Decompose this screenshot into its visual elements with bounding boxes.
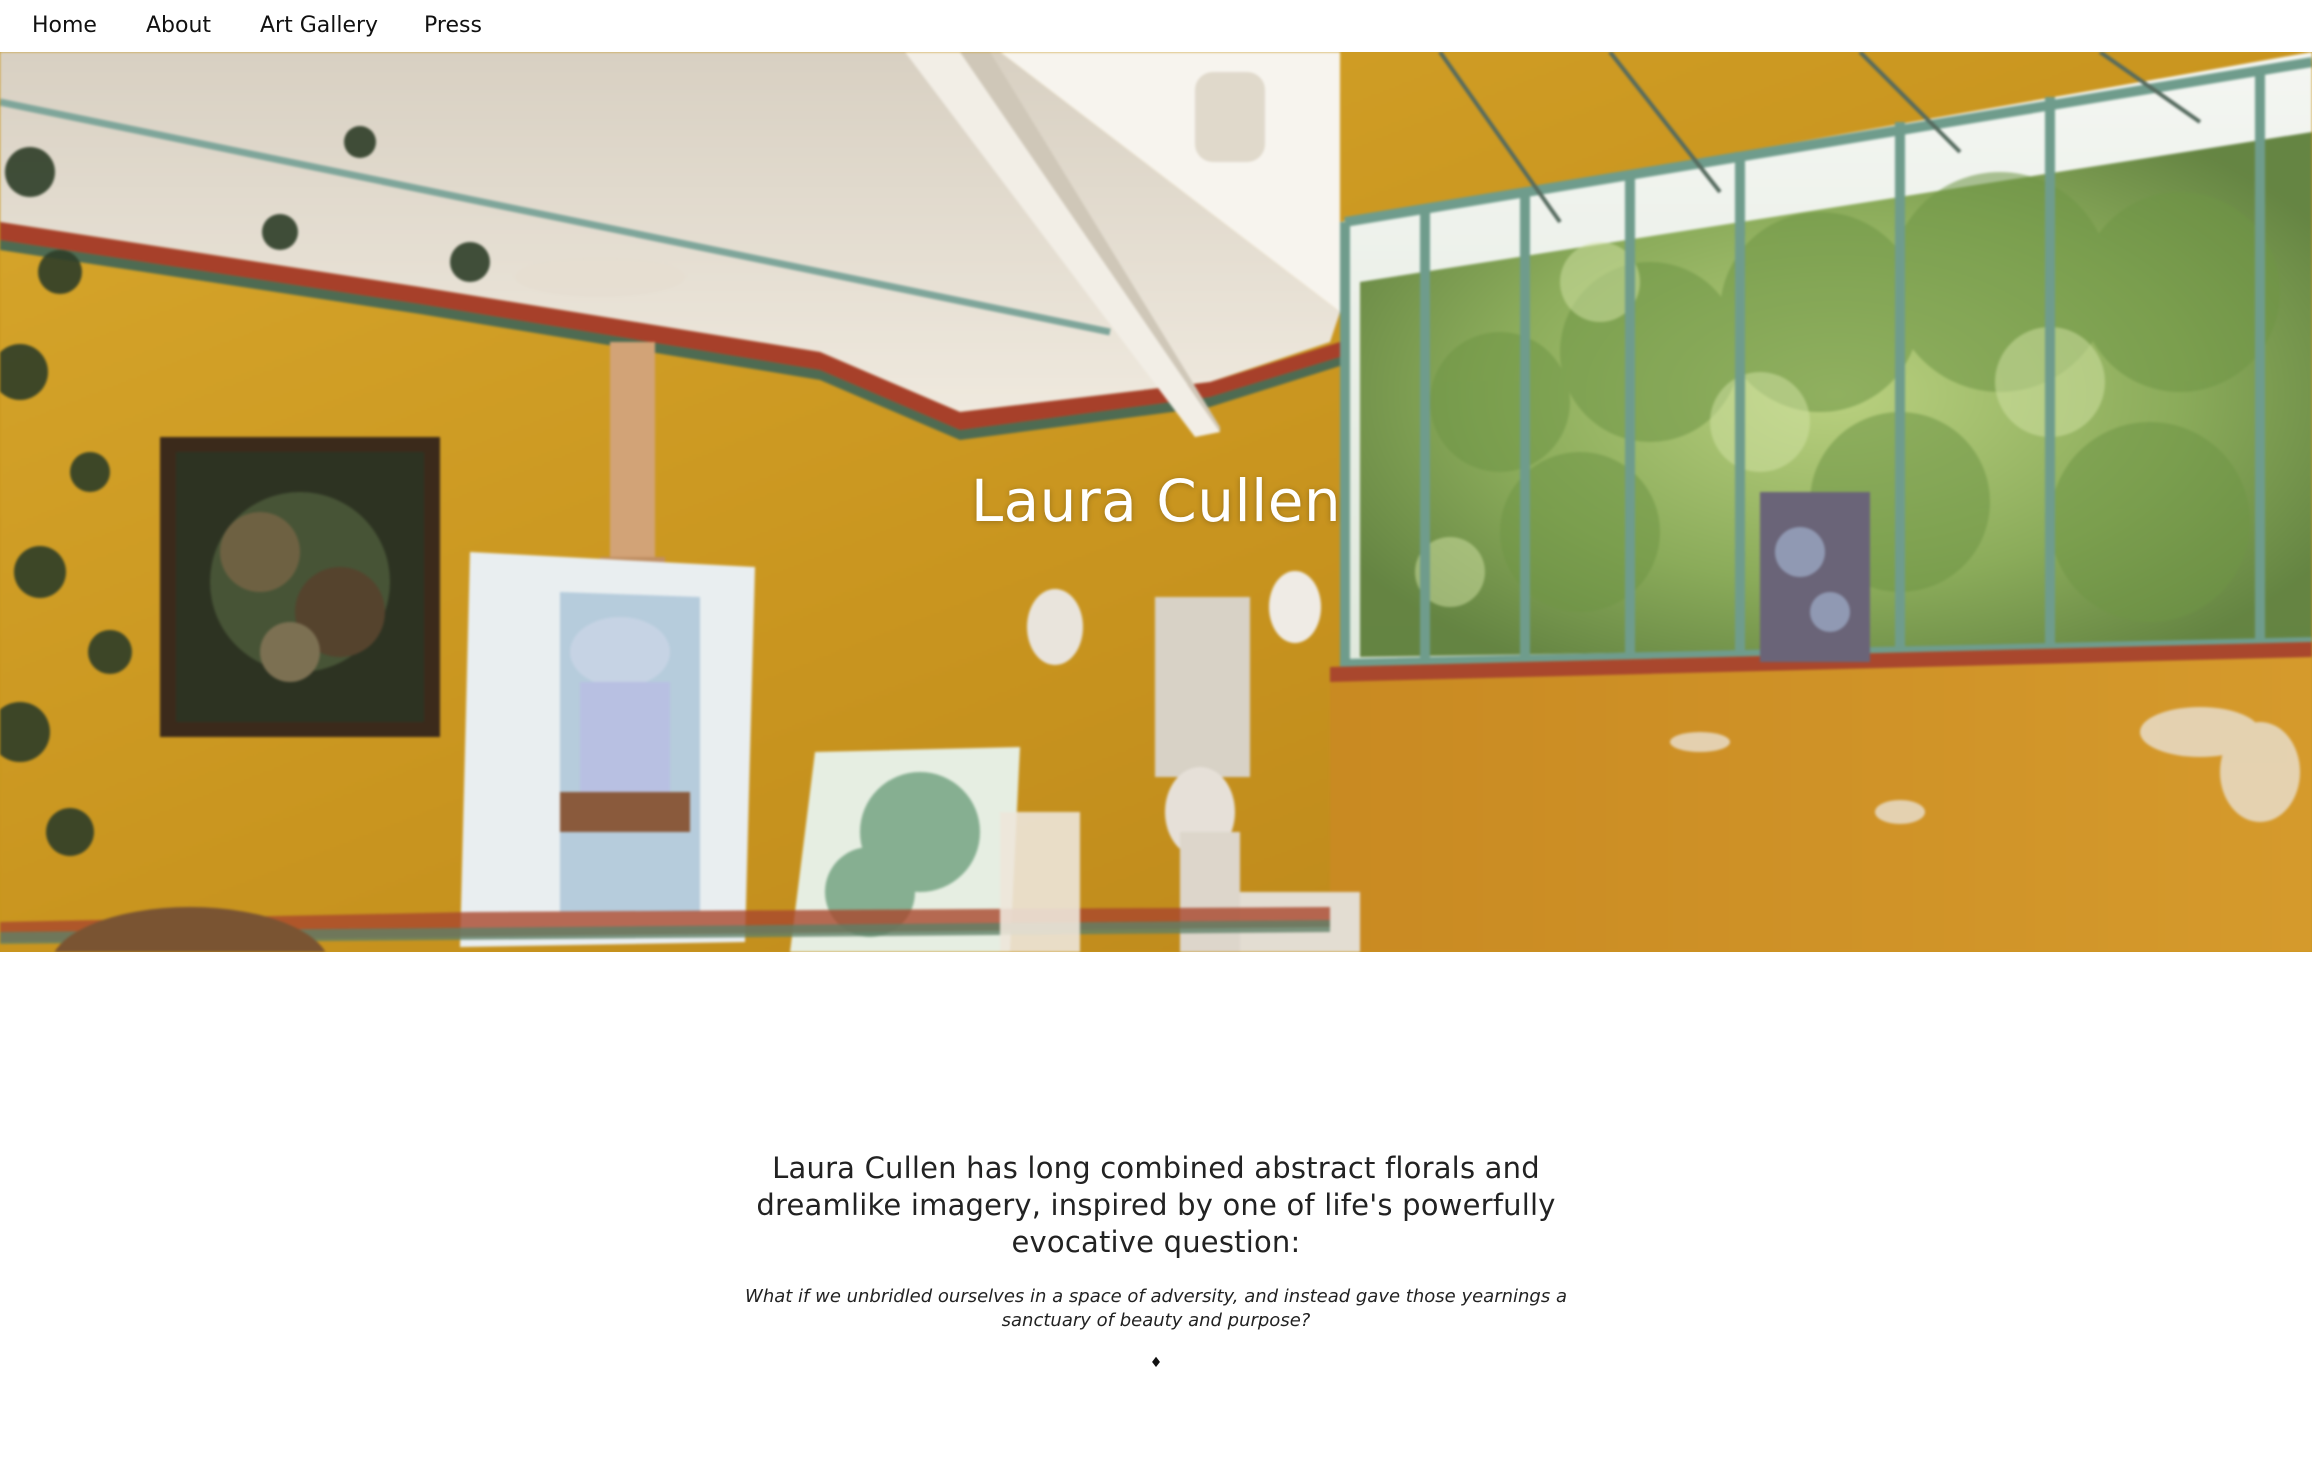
intro-section: Laura Cullen has long combined abstract … bbox=[0, 1150, 2312, 1371]
nav-home-link[interactable]: Home bbox=[32, 13, 97, 38]
nav-press-link[interactable]: Press bbox=[424, 13, 482, 38]
diamond-divider-icon: ♦ bbox=[1149, 1355, 1163, 1371]
nav-art-gallery-link[interactable]: Art Gallery bbox=[260, 13, 378, 38]
intro-heading: Laura Cullen has long combined abstract … bbox=[756, 1151, 1556, 1259]
hero-title: Laura Cullen bbox=[970, 467, 1342, 535]
top-nav: Home About Art Gallery Press bbox=[0, 0, 2312, 52]
hero-banner: Laura Cullen bbox=[0, 52, 2312, 952]
nav-about-link[interactable]: About bbox=[146, 13, 211, 38]
intro-quote: What if we unbridled ourselves in a spac… bbox=[745, 1286, 1567, 1331]
